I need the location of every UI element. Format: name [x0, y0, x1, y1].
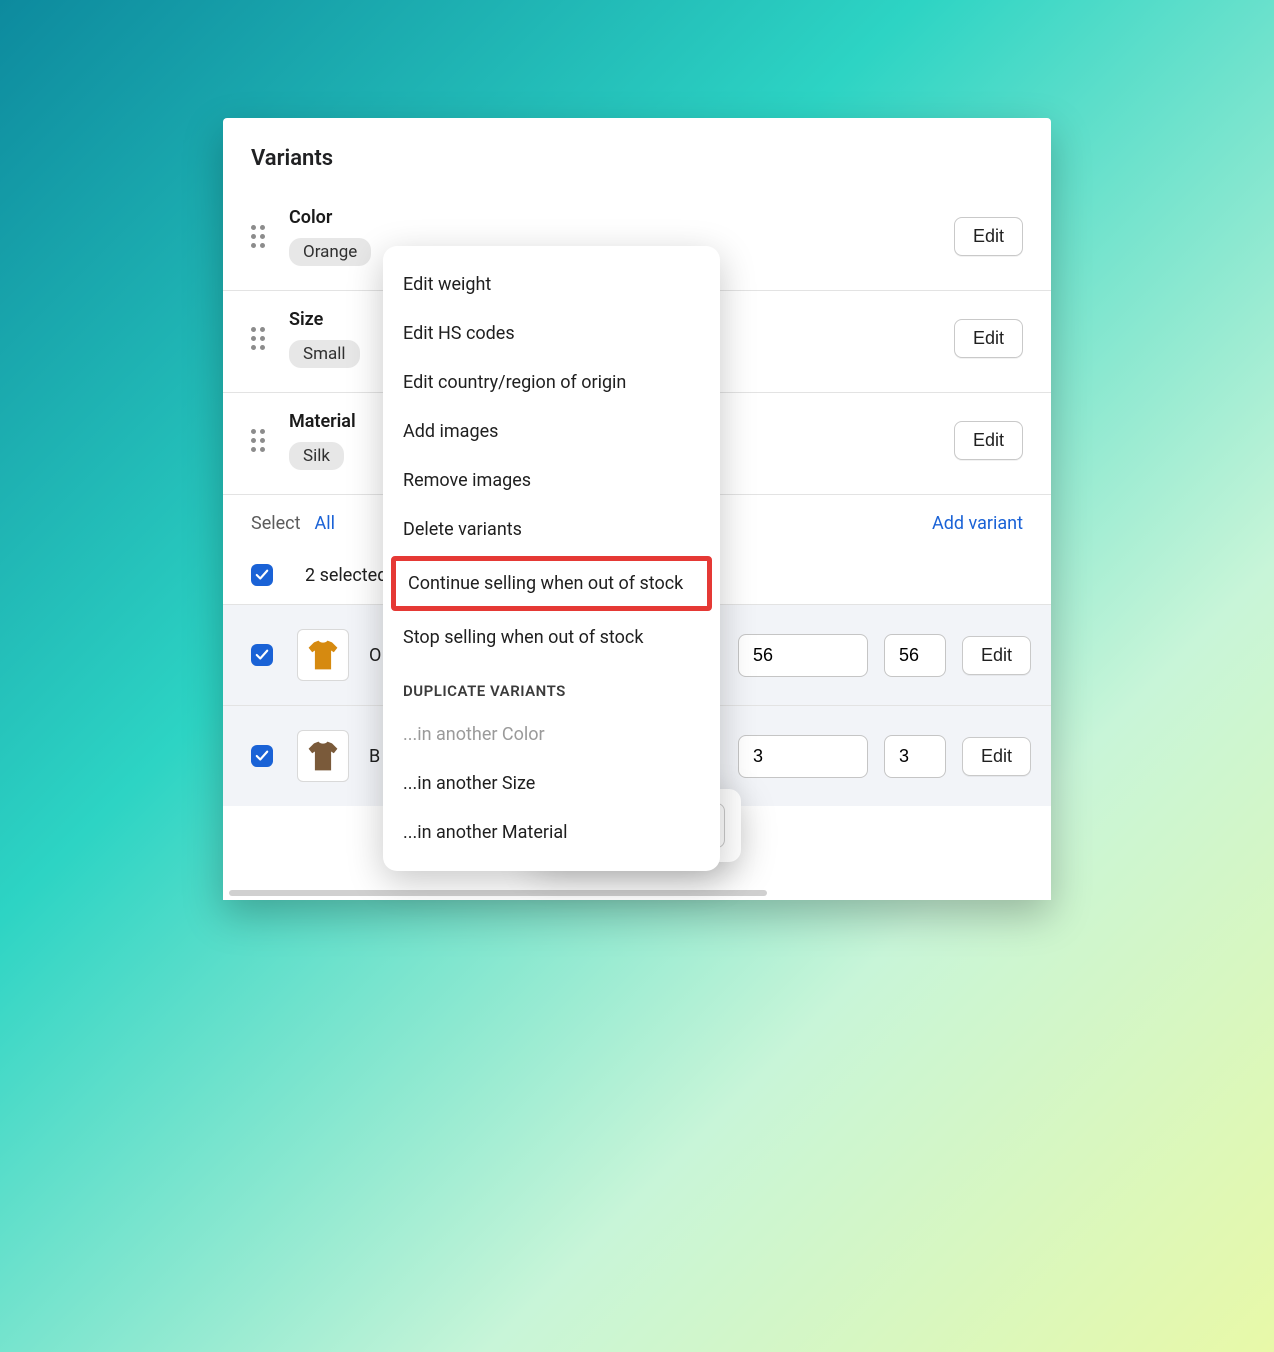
menu-dup-material[interactable]: ...in another Material: [383, 808, 720, 857]
menu-add-images[interactable]: Add images: [383, 407, 720, 456]
quantity-input-2[interactable]: [884, 634, 946, 677]
check-icon: [255, 648, 269, 662]
quantity-input[interactable]: [738, 735, 868, 778]
check-icon: [255, 568, 269, 582]
menu-edit-hs-codes[interactable]: Edit HS codes: [383, 309, 720, 358]
actions-dropdown: Edit weight Edit HS codes Edit country/r…: [383, 246, 720, 871]
row-checkbox[interactable]: [251, 745, 273, 767]
edit-button[interactable]: Edit: [954, 319, 1023, 358]
menu-delete-variants[interactable]: Delete variants: [383, 505, 720, 554]
select-all-link[interactable]: All: [314, 513, 335, 534]
select-label: Select: [251, 513, 300, 534]
option-chip: Orange: [289, 238, 371, 266]
edit-button[interactable]: Edit: [962, 636, 1031, 675]
menu-edit-country[interactable]: Edit country/region of origin: [383, 358, 720, 407]
menu-dup-color: ...in another Color: [383, 710, 720, 759]
menu-section-header: DUPLICATE VARIANTS: [383, 662, 720, 710]
tshirt-icon: [305, 637, 341, 673]
menu-continue-selling-oos[interactable]: Continue selling when out of stock: [396, 561, 707, 606]
option-name: Color: [289, 207, 954, 228]
variant-thumbnail[interactable]: [297, 629, 349, 681]
drag-handle-icon[interactable]: [251, 429, 265, 452]
selected-count: 2 selected: [305, 565, 387, 586]
highlighted-menu-item: Continue selling when out of stock: [391, 556, 712, 611]
variants-panel: Variants Color Orange Edit Size Small Ed…: [223, 118, 1051, 900]
select-all-checkbox[interactable]: [251, 564, 273, 586]
row-checkbox[interactable]: [251, 644, 273, 666]
menu-remove-images[interactable]: Remove images: [383, 456, 720, 505]
option-chip: Silk: [289, 442, 344, 470]
menu-stop-selling-oos[interactable]: Stop selling when out of stock: [383, 613, 720, 662]
tshirt-icon: [305, 738, 341, 774]
drag-handle-icon[interactable]: [251, 327, 265, 350]
check-icon: [255, 749, 269, 763]
edit-button[interactable]: Edit: [962, 737, 1031, 776]
quantity-input[interactable]: [738, 634, 868, 677]
variant-thumbnail[interactable]: [297, 730, 349, 782]
menu-edit-weight[interactable]: Edit weight: [383, 260, 720, 309]
option-chip: Small: [289, 340, 360, 368]
horizontal-scrollbar[interactable]: [223, 890, 1051, 900]
edit-button[interactable]: Edit: [954, 421, 1023, 460]
drag-handle-icon[interactable]: [251, 225, 265, 248]
edit-button[interactable]: Edit: [954, 217, 1023, 256]
panel-title: Variants: [223, 118, 1051, 189]
add-variant-link[interactable]: Add variant: [932, 513, 1023, 534]
menu-dup-size[interactable]: ...in another Size: [383, 759, 720, 808]
quantity-input-2[interactable]: [884, 735, 946, 778]
